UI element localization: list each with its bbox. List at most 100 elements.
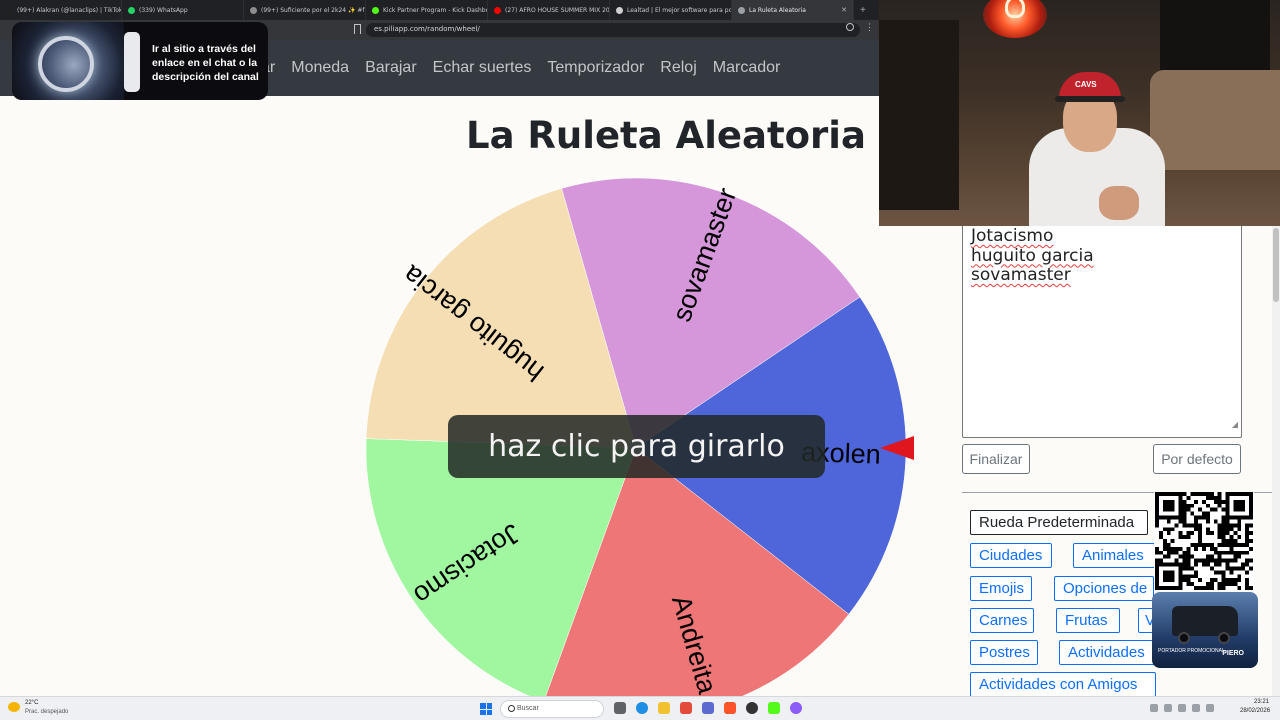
preset-emojis[interactable]: Emojis bbox=[970, 576, 1032, 601]
qr-module bbox=[1202, 511, 1206, 516]
edge-icon[interactable] bbox=[636, 702, 648, 714]
system-tray[interactable] bbox=[1150, 704, 1214, 712]
qr-module bbox=[1245, 550, 1250, 555]
entries-textarea[interactable]: Jotacismo huguito garcia sovamaster ◢ bbox=[962, 224, 1242, 438]
resize-grip-icon[interactable]: ◢ bbox=[1232, 415, 1238, 435]
taskbar-search[interactable]: Buscar bbox=[500, 700, 604, 718]
qr-module bbox=[1182, 550, 1187, 555]
page-scrollbar[interactable] bbox=[1272, 224, 1280, 696]
app-icon[interactable] bbox=[680, 702, 692, 714]
teams-icon[interactable] bbox=[702, 702, 714, 714]
new-tab-icon[interactable]: + bbox=[854, 5, 866, 16]
nav-link-temporizador[interactable]: Temporizador bbox=[547, 59, 644, 77]
qr-module bbox=[1229, 550, 1234, 555]
qr-module bbox=[1178, 554, 1183, 559]
qr-module bbox=[1186, 503, 1191, 508]
tab-favicon-icon bbox=[494, 6, 501, 14]
qr-module bbox=[1233, 492, 1238, 496]
qr-module bbox=[1194, 527, 1199, 532]
browser-tab[interactable]: (339) WhatsApp bbox=[122, 0, 244, 20]
qr-module bbox=[1182, 492, 1187, 496]
preset-activities[interactable]: Actividades bbox=[1059, 640, 1155, 665]
preset-friend-activities[interactable]: Actividades con Amigos bbox=[970, 672, 1156, 697]
windows-start-icon[interactable] bbox=[480, 703, 492, 715]
qr-module bbox=[1249, 539, 1253, 543]
qr-module bbox=[1162, 527, 1167, 532]
preset-meats[interactable]: Carnes bbox=[970, 608, 1034, 633]
url-field[interactable]: es.piliapp.com/random/wheel/ bbox=[366, 23, 860, 37]
tab-favicon-icon bbox=[250, 6, 257, 14]
tab-label: (99+) Suficiente por el 2k24 ✨ #friends bbox=[261, 6, 365, 14]
qr-module bbox=[1237, 535, 1242, 540]
tab-favicon-icon bbox=[372, 6, 379, 14]
qr-module bbox=[1245, 531, 1250, 536]
qr-module bbox=[1174, 546, 1179, 551]
nav-link-echar-suertes[interactable]: Echar suertes bbox=[433, 59, 532, 77]
weather-sun-icon[interactable] bbox=[8, 702, 20, 712]
browser-tab[interactable]: La Ruleta Aleatoria ✕ bbox=[732, 0, 854, 20]
qr-module bbox=[1182, 562, 1187, 567]
kick-icon[interactable] bbox=[768, 702, 780, 714]
preset-default-wheel[interactable]: Rueda Predeterminada bbox=[970, 510, 1148, 535]
clock-time[interactable]: 23:21 bbox=[1254, 699, 1269, 705]
qr-module bbox=[1233, 558, 1238, 563]
qr-module bbox=[1166, 492, 1171, 496]
qr-module bbox=[1229, 492, 1234, 496]
qr-module bbox=[1178, 495, 1183, 500]
preset-options[interactable]: Opciones de bbox=[1054, 576, 1154, 601]
weather-temperature[interactable]: 22°C bbox=[25, 700, 38, 706]
obs-icon[interactable] bbox=[746, 702, 758, 714]
browser-menu-icon[interactable]: ⋮ bbox=[865, 23, 874, 32]
browser-tab[interactable]: (99+) Alakran (@lanaclips) | TikTok bbox=[0, 0, 122, 20]
finish-button[interactable]: Finalizar bbox=[962, 444, 1030, 474]
clock-date[interactable]: 28/02/2026 bbox=[1240, 708, 1270, 714]
preset-animals[interactable]: Animales bbox=[1073, 543, 1155, 568]
scrollbar-thumb[interactable] bbox=[1273, 228, 1279, 302]
nav-link-marcador[interactable]: Marcador bbox=[713, 59, 781, 77]
browser-tab[interactable]: (99+) Suficiente por el 2k24 ✨ #friends bbox=[244, 0, 366, 20]
preset-fruits[interactable]: Frutas bbox=[1056, 608, 1120, 633]
browser-tab[interactable]: (27) AFRO HOUSE SUMMER MIX 2024 bbox=[488, 0, 610, 20]
qr-module bbox=[1155, 582, 1159, 587]
nav-link-reloj[interactable]: Reloj bbox=[660, 59, 696, 77]
preset-cities[interactable]: Ciudades bbox=[970, 543, 1052, 568]
qr-module bbox=[1166, 519, 1171, 524]
car-ad-brand: PIERO bbox=[1222, 650, 1244, 657]
task-view-icon[interactable] bbox=[614, 702, 626, 714]
weather-description[interactable]: Prac. despejado bbox=[25, 709, 68, 715]
browser-tab[interactable]: Lealtad | El mejor software para potenci… bbox=[610, 0, 732, 20]
qr-module bbox=[1233, 503, 1238, 508]
qr-module bbox=[1213, 546, 1218, 551]
spin-button[interactable]: haz clic para girarlo bbox=[448, 415, 825, 478]
browser-tab[interactable]: Kick Partner Program - Kick Dashboard bbox=[366, 0, 488, 20]
file-explorer-icon[interactable] bbox=[658, 702, 670, 714]
qr-module bbox=[1209, 578, 1214, 583]
qr-module bbox=[1229, 535, 1234, 540]
close-tab-icon[interactable]: ✕ bbox=[841, 6, 847, 14]
neon-lamp-graphic bbox=[983, 0, 1047, 38]
nav-link-moneda[interactable]: Moneda bbox=[291, 59, 349, 77]
qr-module bbox=[1202, 492, 1206, 496]
app-icon[interactable] bbox=[790, 702, 802, 714]
qr-module bbox=[1155, 507, 1159, 512]
qr-module bbox=[1213, 562, 1218, 567]
qr-module bbox=[1186, 550, 1191, 555]
preset-desserts[interactable]: Postres bbox=[970, 640, 1038, 665]
qr-module bbox=[1205, 492, 1210, 496]
qr-module bbox=[1178, 535, 1183, 540]
qr-module bbox=[1198, 586, 1203, 590]
default-button[interactable]: Por defecto bbox=[1153, 444, 1241, 474]
bookmark-icon[interactable] bbox=[354, 24, 361, 34]
qr-module bbox=[1198, 539, 1203, 543]
qr-module bbox=[1186, 495, 1191, 500]
nav-link-barajar[interactable]: Barajar bbox=[365, 59, 417, 77]
qr-module bbox=[1158, 558, 1163, 563]
qr-module bbox=[1221, 535, 1226, 540]
qr-module bbox=[1209, 507, 1214, 512]
zoom-icon[interactable] bbox=[846, 23, 854, 31]
qr-module bbox=[1221, 542, 1226, 547]
qr-module bbox=[1225, 511, 1230, 516]
qr-module bbox=[1249, 586, 1253, 590]
qr-module bbox=[1225, 542, 1230, 547]
brave-icon[interactable] bbox=[724, 702, 736, 714]
